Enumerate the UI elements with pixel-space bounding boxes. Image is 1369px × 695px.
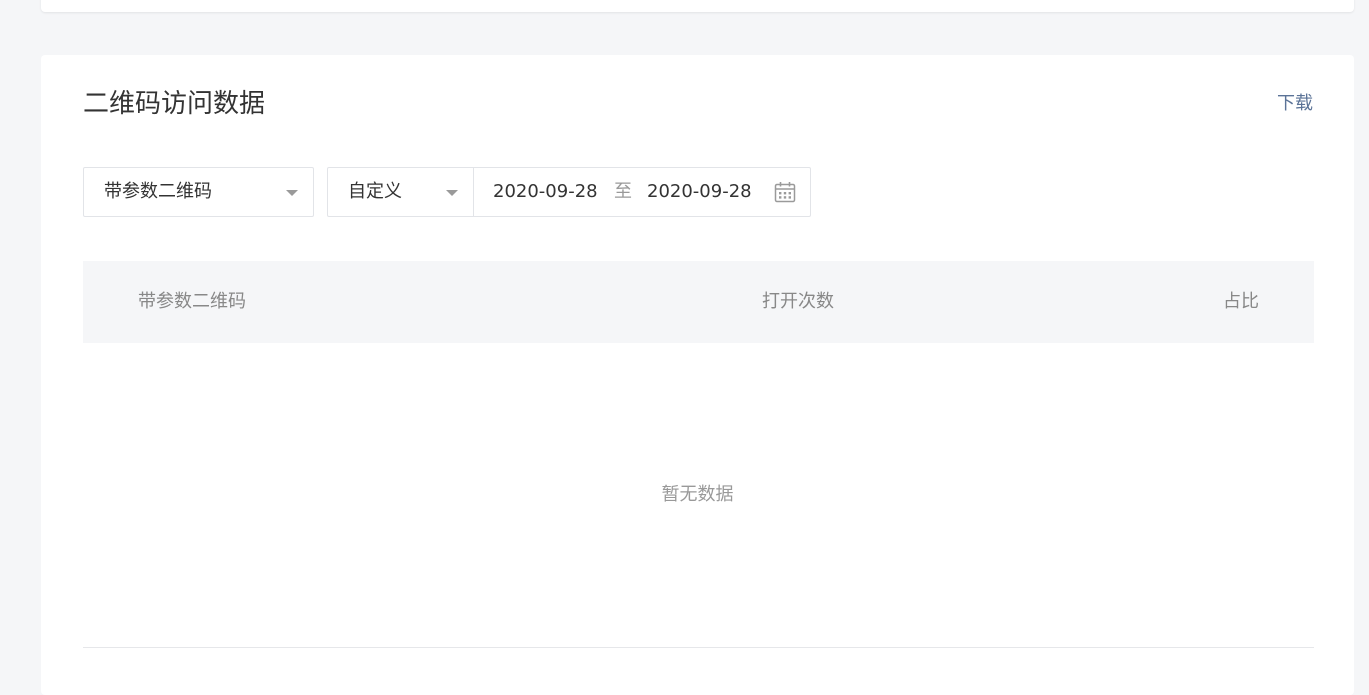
start-date-input[interactable]: 2020-09-28 bbox=[493, 168, 598, 216]
qr-type-select-value: 带参数二维码 bbox=[104, 181, 212, 202]
column-header-qr-code: 带参数二维码 bbox=[138, 291, 246, 312]
calendar-icon[interactable] bbox=[774, 181, 796, 203]
previous-card bbox=[41, 0, 1354, 12]
qr-type-select[interactable]: 带参数二维码 bbox=[83, 167, 314, 217]
card-title: 二维码访问数据 bbox=[83, 89, 266, 119]
empty-state-text: 暂无数据 bbox=[661, 484, 734, 505]
column-header-ratio: 占比 bbox=[1223, 291, 1259, 312]
date-range-separator: 至 bbox=[614, 181, 632, 202]
range-type-select[interactable]: 自定义 bbox=[327, 167, 474, 217]
table-divider bbox=[83, 647, 1314, 648]
date-range-picker[interactable]: 2020-09-28 至 2020-09-28 bbox=[473, 167, 811, 217]
column-header-open-count: 打开次数 bbox=[762, 291, 834, 312]
chevron-down-icon bbox=[286, 190, 298, 196]
download-link[interactable]: 下载 bbox=[1277, 92, 1313, 116]
qr-access-data-card: 二维码访问数据 下载 带参数二维码 自定义 2020-09-28 至 2020-… bbox=[41, 55, 1354, 695]
end-date-input[interactable]: 2020-09-28 bbox=[647, 168, 752, 216]
chevron-down-icon bbox=[446, 190, 458, 196]
range-type-select-value: 自定义 bbox=[348, 181, 402, 202]
table-header: 带参数二维码 打开次数 占比 bbox=[83, 261, 1314, 343]
